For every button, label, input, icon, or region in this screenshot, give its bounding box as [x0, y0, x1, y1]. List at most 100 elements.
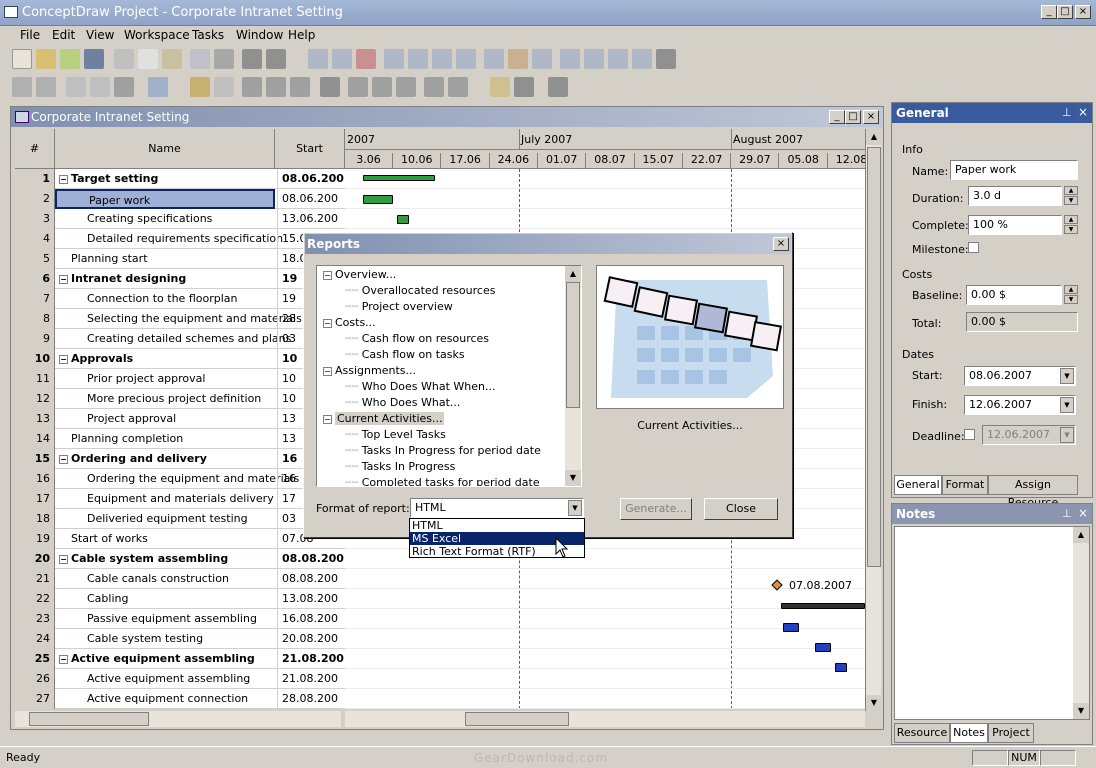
table-row[interactable]: 20− Cable system assembling 08.08.200	[15, 549, 345, 569]
layout-icon[interactable]	[424, 77, 444, 97]
tree-item[interactable]: ┄┄ Overallocated resources	[345, 284, 495, 297]
reports-close-icon[interactable]: ×	[773, 237, 789, 251]
table-row[interactable]: 7 Connection to the floorplan 19	[15, 289, 345, 309]
gantt-vscroll[interactable]: ▲ ▼	[865, 129, 882, 711]
task-bar[interactable]	[815, 643, 831, 652]
task-name-cell[interactable]: Start of works	[71, 529, 148, 549]
task-start-cell[interactable]: 08.06.200	[277, 169, 345, 189]
collapse-icon[interactable]: −	[59, 654, 68, 664]
save-icon[interactable]	[84, 49, 104, 69]
table-row[interactable]: 18 Deliveried equipment testing 03	[15, 509, 345, 529]
close-button[interactable]: ×	[1075, 5, 1091, 19]
tree-item[interactable]: ┄┄ Cash flow on resources	[345, 332, 489, 345]
table-row[interactable]: 27 Active equipment connection 28.08.200	[15, 689, 345, 709]
menu-window[interactable]: Window	[236, 28, 283, 42]
maximize-button[interactable]: □	[1057, 5, 1073, 19]
task-bar[interactable]	[397, 215, 409, 224]
task-name-cell[interactable]: Active equipment connection	[87, 689, 248, 709]
scroll-thumb[interactable]	[867, 147, 881, 567]
pin-icon[interactable]: ⊥	[1062, 106, 1072, 119]
milestone-checkbox[interactable]	[968, 242, 979, 253]
task-add-icon[interactable]	[384, 49, 404, 69]
summary-bar[interactable]	[781, 603, 865, 609]
scroll-down-arrow[interactable]: ▼	[866, 695, 882, 711]
network-icon[interactable]	[214, 77, 234, 97]
table-row[interactable]: 11 Prior project approval 10	[15, 369, 345, 389]
import-icon[interactable]	[266, 77, 286, 97]
duration-up-arrow[interactable]: ▲	[1064, 186, 1078, 195]
print-preview-icon[interactable]	[190, 49, 210, 69]
task-name-cell[interactable]: Cabling	[87, 589, 128, 609]
level-down-icon[interactable]	[396, 77, 416, 97]
column-header-name[interactable]: Name	[55, 129, 275, 169]
baseline-field[interactable]: 0.00 $	[966, 285, 1062, 305]
complete-down-arrow[interactable]: ▼	[1064, 225, 1078, 234]
menu-file[interactable]: File	[20, 28, 40, 42]
gantt-hscroll[interactable]	[345, 711, 865, 727]
minimize-button[interactable]: _	[1041, 5, 1057, 19]
reports-close-button[interactable]: Close	[704, 498, 778, 520]
tree-item[interactable]: ┄┄ Tasks In Progress	[345, 460, 455, 473]
level-up-icon[interactable]	[372, 77, 392, 97]
table-row[interactable]: 1− Target setting 08.06.200	[15, 169, 345, 189]
find-next-icon[interactable]	[36, 77, 56, 97]
cut-icon[interactable]	[114, 49, 134, 69]
task-start-cell[interactable]: 21.08.200	[277, 649, 345, 669]
refresh-icon[interactable]	[60, 49, 80, 69]
tab-format[interactable]: Format	[942, 475, 988, 495]
export-icon[interactable]	[242, 77, 262, 97]
tree-item[interactable]: ┄┄ Top Level Tasks	[345, 428, 446, 441]
table-row[interactable]: 14 Planning completion 13	[15, 429, 345, 449]
calendar-icon[interactable]	[532, 49, 552, 69]
table-row[interactable]: 6− Intranet designing 19	[15, 269, 345, 289]
table-row[interactable]: 9 Creating detailed schemes and plans 03	[15, 329, 345, 349]
task-link-icon[interactable]	[432, 49, 452, 69]
task-name-cell[interactable]: More precious project definition	[87, 389, 261, 409]
baseline-up-arrow[interactable]: ▲	[1064, 285, 1078, 294]
task-name-cell[interactable]: Deliveried equipment testing	[87, 509, 248, 529]
grid-hscroll[interactable]	[15, 711, 341, 727]
collapse-icon[interactable]: −	[59, 554, 68, 564]
gantt-view-icon[interactable]	[66, 77, 86, 97]
doc-minimize-button[interactable]: _	[829, 110, 845, 124]
task-name-cell[interactable]: Planning start	[71, 249, 148, 269]
tree-item[interactable]: ┄┄ Who Does What...	[345, 396, 460, 409]
table-row[interactable]: 17 Equipment and materials delivery 17	[15, 489, 345, 509]
task-name-cell[interactable]: Equipment and materials delivery	[87, 489, 274, 509]
tree-collapse-icon[interactable]: −	[323, 318, 332, 328]
assign-icon[interactable]	[508, 49, 528, 69]
task-name-cell[interactable]: Creating specifications	[87, 209, 212, 229]
tree-vscroll[interactable]: ▲ ▼	[565, 266, 581, 486]
table-row[interactable]: 3 Creating specifications 13.06.200	[15, 209, 345, 229]
indent-icon[interactable]	[308, 49, 328, 69]
table-row[interactable]: 16 Ordering the equipment and materials 16	[15, 469, 345, 489]
format-dropdown-arrow[interactable]: ▼	[568, 500, 582, 516]
panel-close-icon[interactable]: ×	[1078, 105, 1088, 119]
collapse-icon[interactable]: −	[59, 274, 68, 284]
tree-collapse-icon[interactable]: −	[323, 366, 332, 376]
collapse-icon[interactable]: −	[59, 454, 68, 464]
menu-edit[interactable]: Edit	[52, 28, 75, 42]
notes-close-icon[interactable]: ×	[1078, 506, 1088, 520]
tab-project[interactable]: Project	[988, 723, 1034, 743]
outdent-icon[interactable]	[332, 49, 352, 69]
notes-vscroll[interactable]: ▲ ▼	[1073, 527, 1089, 719]
task-name-cell[interactable]: Paper work	[55, 189, 275, 209]
task-start-cell[interactable]: 16.08.200	[277, 609, 345, 629]
table-row[interactable]: 2 Paper work 08.06.200	[15, 189, 345, 209]
filter-tasks-icon[interactable]	[514, 77, 534, 97]
open-icon[interactable]	[36, 49, 56, 69]
tree-item[interactable]: ┄┄ Cash flow on tasks	[345, 348, 465, 361]
task-start-cell[interactable]: 28.08.200	[277, 689, 345, 709]
format-option-html[interactable]: HTML	[410, 519, 584, 532]
group-icon[interactable]	[148, 77, 168, 97]
task-name-cell[interactable]: − Ordering and delivery	[59, 449, 207, 469]
notes-textarea[interactable]: ▲ ▼	[894, 526, 1090, 720]
complete-up-arrow[interactable]: ▲	[1064, 215, 1078, 224]
level-icon[interactable]	[348, 77, 368, 97]
tree-item[interactable]: ┄┄ Tasks In Progress for period date	[345, 444, 541, 457]
tree-group[interactable]: − Current Activities...	[323, 412, 445, 425]
task-name-cell[interactable]: − Cable system assembling	[59, 549, 228, 569]
task-start-cell[interactable]: 21.08.200	[277, 669, 345, 689]
task-name-cell[interactable]: Creating detailed schemes and plans	[87, 329, 291, 349]
